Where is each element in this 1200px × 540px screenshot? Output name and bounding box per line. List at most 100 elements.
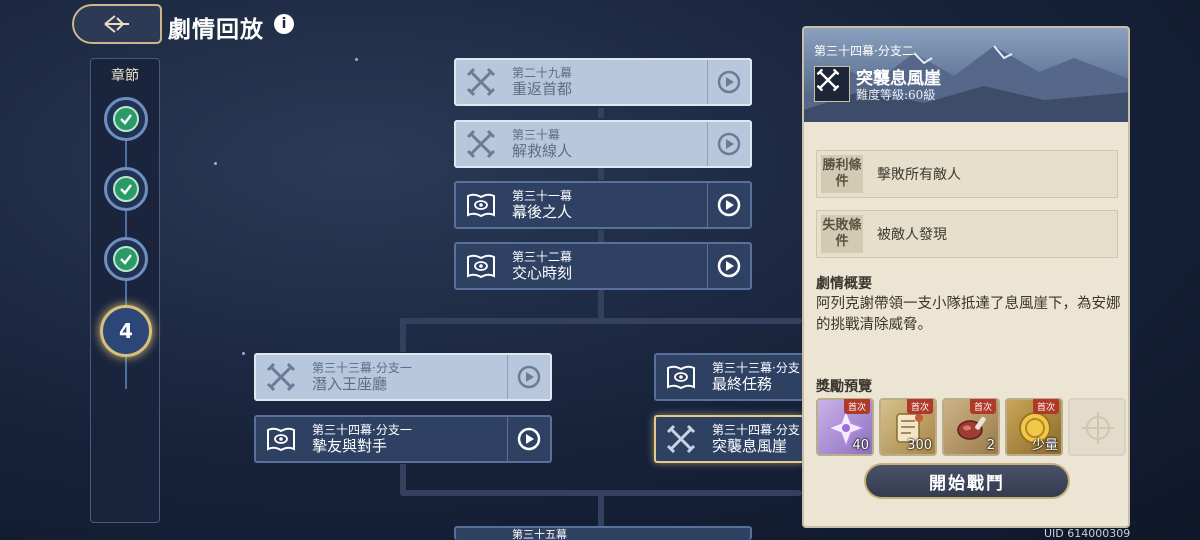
star-sparkle bbox=[355, 58, 358, 61]
first-clear-badge: 首次 bbox=[906, 399, 933, 414]
episode-number: 第三十四幕·分支 bbox=[712, 422, 800, 437]
stage-difficulty: 難度等級:60級 bbox=[856, 88, 936, 102]
stage-subtitle: 第三十四幕·分支二 bbox=[814, 44, 914, 58]
chapter-rail-label: 章節 bbox=[111, 68, 139, 84]
episode-title: 重返首都 bbox=[512, 80, 573, 99]
episode-title: 潛入王座廳 bbox=[312, 375, 388, 394]
defeat-condition-tag: 失敗條件 bbox=[821, 215, 863, 253]
check-icon bbox=[113, 246, 139, 272]
start-battle-button[interactable]: 開始戰鬥 bbox=[864, 463, 1070, 499]
victory-condition-text: 擊敗所有敵人 bbox=[877, 167, 961, 183]
crossed-swords-icon bbox=[456, 122, 506, 166]
reward-slot[interactable]: 首次 40 bbox=[816, 398, 874, 456]
replay-button[interactable] bbox=[507, 355, 550, 399]
tree-connector bbox=[598, 230, 604, 242]
episode-title: 摯友與對手 bbox=[312, 437, 388, 456]
episode-number: 第三十五幕 bbox=[512, 528, 567, 540]
tree-connector bbox=[400, 318, 406, 352]
crossed-swords-icon bbox=[456, 60, 506, 104]
page-title: 劇情回放 bbox=[168, 16, 264, 43]
episode-card[interactable]: 第二十九幕 重返首都 bbox=[454, 58, 752, 106]
star-sparkle bbox=[214, 162, 217, 165]
chapter-node-1[interactable] bbox=[104, 97, 148, 141]
replay-button[interactable] bbox=[707, 244, 750, 288]
play-icon bbox=[717, 254, 741, 278]
check-icon bbox=[113, 106, 139, 132]
replay-button[interactable] bbox=[707, 122, 750, 166]
episode-title: 突襲息風崖 bbox=[712, 437, 788, 456]
episode-card[interactable]: 第三十幕 解救線人 bbox=[454, 120, 752, 168]
play-icon bbox=[517, 365, 541, 389]
reward-slot[interactable]: 首次 2 bbox=[942, 398, 1000, 456]
book-eye-icon bbox=[456, 183, 506, 227]
chapter-number: 4 bbox=[119, 319, 133, 343]
info-icon[interactable]: i bbox=[274, 14, 294, 34]
reward-slot[interactable]: 首次 少量 bbox=[1005, 398, 1063, 456]
episode-card[interactable]: 第三十三幕·分支 最終任務 bbox=[654, 353, 804, 401]
first-clear-badge: 首次 bbox=[843, 399, 870, 414]
episode-number: 第三十幕 bbox=[512, 127, 561, 142]
replay-button[interactable] bbox=[507, 417, 550, 461]
episode-title: 交心時刻 bbox=[512, 264, 573, 283]
episode-title: 解救線人 bbox=[512, 142, 573, 161]
tree-connector bbox=[400, 318, 802, 324]
book-eye-icon bbox=[656, 355, 706, 399]
tree-connector bbox=[598, 168, 604, 180]
episode-number: 第三十三幕·分支一 bbox=[312, 360, 412, 375]
reward-quantity: 少量 bbox=[1031, 438, 1058, 453]
chapter-node-3[interactable] bbox=[104, 237, 148, 281]
chapter-node-2[interactable] bbox=[104, 167, 148, 211]
tree-connector bbox=[598, 108, 604, 118]
stage-detail-panel: 第三十四幕·分支二 突襲息風崖 難度等級:60級 勝利條件 擊敗所有敵人 失敗條… bbox=[802, 26, 1130, 528]
check-icon bbox=[113, 176, 139, 202]
summary-title: 劇情概要 bbox=[816, 276, 872, 292]
episode-number: 第三十二幕 bbox=[512, 249, 573, 264]
star-sparkle bbox=[242, 352, 245, 355]
back-button[interactable] bbox=[72, 4, 162, 44]
defeat-condition-text: 被敵人發現 bbox=[877, 227, 947, 243]
episode-number: 第三十四幕·分支一 bbox=[312, 422, 412, 437]
reward-quantity: 40 bbox=[852, 438, 869, 453]
user-id: UID 614000309 bbox=[1044, 527, 1131, 540]
chapter-node-current[interactable]: 4 bbox=[100, 305, 152, 357]
crossed-swords-icon bbox=[256, 355, 306, 399]
book-eye-icon bbox=[456, 244, 506, 288]
replay-button[interactable] bbox=[707, 60, 750, 104]
reward-slot-empty bbox=[1068, 398, 1126, 456]
empty-slot-icon bbox=[1082, 412, 1114, 444]
episode-number: 第二十九幕 bbox=[512, 65, 573, 80]
episode-card-selected[interactable]: 第三十四幕·分支 突襲息風崖 bbox=[654, 415, 804, 463]
victory-condition-tag: 勝利條件 bbox=[821, 155, 863, 193]
episode-card[interactable]: 第三十一幕 幕後之人 bbox=[454, 181, 752, 229]
reward-quantity: 2 bbox=[986, 438, 995, 453]
victory-condition: 勝利條件 擊敗所有敵人 bbox=[816, 150, 1118, 198]
episode-card[interactable]: 第三十二幕 交心時刻 bbox=[454, 242, 752, 290]
summary-text: 阿列克謝帶領一支小隊抵達了息風崖下，為安娜的挑戰清除威脅。 bbox=[816, 296, 1121, 333]
crossed-swords-icon bbox=[814, 66, 850, 102]
tree-connector bbox=[598, 494, 604, 526]
play-icon bbox=[717, 193, 741, 217]
first-clear-badge: 首次 bbox=[969, 399, 996, 414]
reward-quantity: 300 bbox=[907, 438, 932, 453]
reward-slot[interactable]: 首次 300 bbox=[879, 398, 937, 456]
tree-connector bbox=[598, 290, 604, 320]
episode-card[interactable]: 第三十四幕·分支一 摯友與對手 bbox=[254, 415, 552, 463]
episode-title: 幕後之人 bbox=[512, 203, 573, 222]
replay-button[interactable] bbox=[707, 183, 750, 227]
first-clear-badge: 首次 bbox=[1032, 399, 1059, 414]
episode-number: 第三十一幕 bbox=[512, 188, 573, 203]
chapter-rail: 章節 4 bbox=[90, 58, 160, 523]
play-icon bbox=[517, 427, 541, 451]
episode-title: 最終任務 bbox=[712, 375, 773, 394]
play-icon bbox=[717, 70, 741, 94]
back-arrow-icon bbox=[104, 15, 129, 33]
episode-number: 第三十三幕·分支 bbox=[712, 360, 800, 375]
defeat-condition: 失敗條件 被敵人發現 bbox=[816, 210, 1118, 258]
episode-card[interactable]: 第三十五幕 bbox=[454, 526, 752, 540]
stage-banner-image: 第三十四幕·分支二 突襲息風崖 難度等級:60級 bbox=[804, 28, 1128, 122]
play-icon bbox=[717, 132, 741, 156]
crossed-swords-icon bbox=[656, 417, 706, 461]
episode-card[interactable]: 第三十三幕·分支一 潛入王座廳 bbox=[254, 353, 552, 401]
rewards-title: 獎勵預覽 bbox=[816, 379, 872, 395]
book-eye-icon bbox=[256, 417, 306, 461]
